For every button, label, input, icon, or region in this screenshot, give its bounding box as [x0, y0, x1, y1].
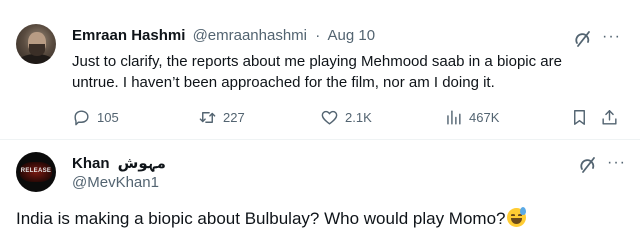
tweet-date[interactable]: Aug 10 [328, 27, 376, 44]
reply-icon [74, 109, 89, 125]
header-separator: · [315, 27, 321, 44]
share-button[interactable] [600, 106, 619, 128]
retweet-count: 227 [223, 109, 245, 125]
heart-icon [321, 110, 338, 125]
tweet-divider [0, 139, 640, 140]
tweet-text-body: India is making a biopic about Bulbulay?… [16, 209, 506, 228]
grok-icon[interactable] [573, 30, 593, 48]
avatar-text: RELEASE [20, 168, 52, 174]
author-name-latin: Khan [72, 155, 110, 172]
author-avatar-khan[interactable]: RELEASE [16, 152, 56, 192]
retweet-icon [199, 111, 216, 123]
author-avatar[interactable] [16, 24, 56, 64]
tweet-header: Emraan Hashmi @emraanhashmi · Aug 10 [72, 27, 375, 44]
share-icon [602, 109, 617, 125]
tweet-text-khan: India is making a biopic about Bulbulay?… [16, 207, 626, 231]
avatar-beard [29, 44, 45, 56]
retweet-button[interactable]: 227 [198, 106, 245, 128]
author-name[interactable]: Emraan Hashmi [72, 27, 185, 44]
author-handle-khan[interactable]: @MevKhan1 [72, 174, 159, 191]
tweet-text: Just to clarify, the reports about me pl… [72, 53, 562, 91]
bookmark-button[interactable] [570, 106, 589, 128]
like-button[interactable]: 2.1K [320, 106, 372, 128]
quoted-tweet-emraan[interactable]: Emraan Hashmi @emraanhashmi · Aug 10 ···… [0, 0, 640, 138]
view-count: 467K [469, 109, 500, 125]
more-options-icon[interactable]: ··· [607, 154, 629, 174]
grok-icon[interactable] [578, 156, 598, 174]
reply-button[interactable]: 105 [72, 106, 119, 128]
reply-count: 105 [97, 109, 119, 125]
author-name-khan[interactable]: Khan مہوش [72, 154, 166, 172]
grinning-sweat-emoji-icon [506, 207, 526, 227]
tweet-actions: 105 227 2.1K 467K [72, 106, 624, 128]
bookmark-icon [574, 109, 585, 125]
views-button[interactable]: 467K [444, 106, 499, 128]
author-handle[interactable]: @emraanhashmi [193, 27, 307, 44]
more-options-icon[interactable]: ··· [602, 28, 624, 48]
like-count: 2.1K [345, 109, 372, 125]
views-chart-icon [447, 109, 461, 125]
author-name-urdu: مہوش [117, 154, 166, 172]
